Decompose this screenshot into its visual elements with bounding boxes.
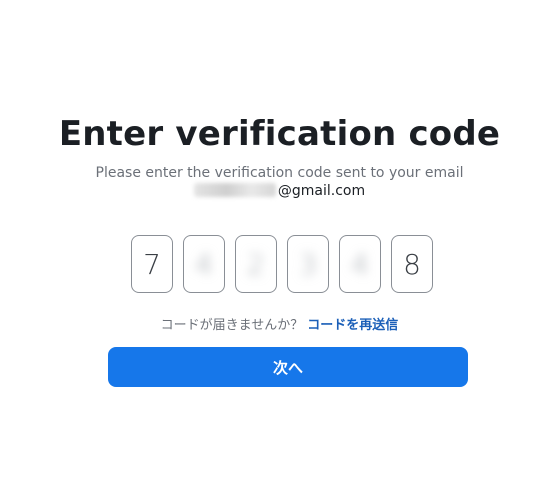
code-digit-2[interactable]: 4 <box>183 235 225 293</box>
code-digit-value: 7 <box>143 247 161 281</box>
email-address: @gmail.com <box>0 183 559 199</box>
email-redaction <box>193 183 276 197</box>
code-digit-value: 2 <box>247 247 265 281</box>
verification-panel: Enter verification code Please enter the… <box>0 0 559 479</box>
code-digit-value: 4 <box>351 247 369 281</box>
code-digit-3[interactable]: 2 <box>235 235 277 293</box>
resend-code-link[interactable]: コードを再送信 <box>307 318 398 333</box>
resend-question: コードが届きませんか？ <box>160 318 304 333</box>
code-digit-value: 8 <box>403 247 421 281</box>
next-button[interactable]: 次へ <box>108 347 468 387</box>
code-input-group: 7 4 2 3 4 8 <box>131 235 447 295</box>
code-digit-6[interactable]: 8 <box>391 235 433 293</box>
email-domain: @gmail.com <box>277 183 366 199</box>
resend-row: コードが届きませんか？ コードを再送信 <box>0 314 559 333</box>
code-digit-value: 3 <box>299 247 317 281</box>
page-title: Enter verification code <box>58 114 501 154</box>
code-digit-4[interactable]: 3 <box>287 235 329 293</box>
code-digit-value: 4 <box>195 247 213 281</box>
code-digit-5[interactable]: 4 <box>339 235 381 293</box>
page-subtitle: Please enter the verification code sent … <box>95 165 464 181</box>
code-digit-1[interactable]: 7 <box>131 235 173 293</box>
